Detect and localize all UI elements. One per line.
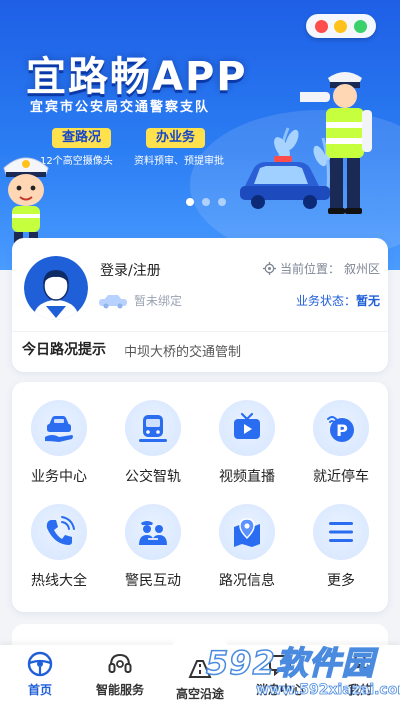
service-nearby-parking[interactable]: P 就近停车: [294, 400, 388, 486]
map-pin-icon: [219, 504, 275, 560]
tab-mine[interactable]: 我的: [320, 645, 400, 711]
business-tag[interactable]: 办业务: [146, 128, 206, 148]
police-mascot-illustration: [3, 157, 49, 244]
service-bus-rail[interactable]: 公交智轨: [106, 400, 200, 486]
phone-icon: [31, 504, 87, 560]
parking-icon: P: [313, 400, 369, 456]
tab-home[interactable]: 首页: [0, 645, 80, 711]
carousel-dot-3[interactable]: [218, 198, 226, 206]
location-value: 叙州区: [343, 262, 380, 276]
business-desc: 资料预审、预提审批: [134, 156, 224, 167]
camera-road-icon: [188, 660, 212, 678]
headset-icon: [108, 653, 132, 673]
service-label: 公交智轨: [125, 469, 181, 485]
service-label: 路况信息: [219, 573, 275, 589]
business-status: 业务状态：暂无: [296, 292, 380, 309]
bottom-tab-bar: 首页 智能服务 高空沿途 消息中心 我的: [0, 631, 400, 711]
carousel-indicator[interactable]: [186, 198, 226, 206]
service-grid: 业务中心 公交智轨 视频直播 P 就近停车 热线大全 警民互动 路况信息 更多: [12, 400, 388, 590]
user-avatar-icon: [24, 256, 88, 320]
hero-banner[interactable]: 宜路畅APP 宜宾市公安局交通警察支队 查路况 办业务 12个高空摄像头 资料预…: [0, 0, 400, 270]
avatar[interactable]: [24, 256, 88, 320]
user-icon: [349, 654, 371, 676]
car-icon: [99, 294, 127, 308]
tab-label: 我的: [347, 683, 372, 697]
message-icon: [269, 655, 291, 677]
service-label: 业务中心: [31, 469, 87, 485]
service-label: 更多: [327, 573, 355, 589]
tab-label: 首页: [27, 683, 52, 697]
tab-label: 智能服务: [95, 683, 144, 697]
road-notice-text[interactable]: 中坝大桥的交通管制: [124, 341, 374, 360]
police-people-icon: [125, 504, 181, 560]
service-more[interactable]: 更多: [294, 504, 388, 590]
car-hand-icon: [31, 400, 87, 456]
app-subtitle: 宜宾市公安局交通警察支队: [30, 100, 211, 115]
service-video-live[interactable]: 视频直播: [200, 400, 294, 486]
bus-icon: [125, 400, 181, 456]
tab-label: 高空沿途: [175, 687, 224, 701]
steering-wheel-icon: [27, 651, 53, 677]
service-police-interaction[interactable]: 警民互动: [106, 504, 200, 590]
road-notice-label: 今日路况提示: [22, 342, 106, 358]
service-label: 视频直播: [219, 469, 275, 485]
menu-icon: [313, 504, 369, 560]
service-business-center[interactable]: 业务中心: [12, 400, 106, 486]
tv-play-icon: [219, 400, 275, 456]
service-hotline[interactable]: 热线大全: [12, 504, 106, 590]
road-condition-tag[interactable]: 查路况: [52, 128, 112, 148]
vehicle-bind-text: 暂未绑定: [134, 294, 183, 308]
tab-aerial-view[interactable]: 高空沿途: [160, 631, 240, 711]
carousel-dot-1[interactable]: [186, 198, 194, 206]
location-label: 当前位置：: [279, 262, 340, 276]
traffic-officer-illustration: [300, 72, 372, 214]
service-grid-card: 业务中心 公交智轨 视频直播 P 就近停车 热线大全 警民互动 路况信息 更多: [12, 382, 388, 612]
notice-fade: [120, 336, 128, 362]
current-location[interactable]: 当前位置： 叙州区: [262, 260, 380, 277]
app-title: 宜路畅APP: [26, 54, 248, 100]
tab-smart-service[interactable]: 智能服务: [80, 645, 160, 711]
vehicle-bind-status[interactable]: 暂未绑定: [98, 292, 182, 309]
business-status-value: 暂无: [355, 294, 380, 308]
service-label: 警民互动: [125, 573, 181, 589]
service-label: 热线大全: [31, 573, 87, 589]
business-status-label: 业务状态：: [295, 294, 356, 308]
service-road-info[interactable]: 路况信息: [200, 504, 294, 590]
location-target-icon: [262, 262, 276, 275]
svg-text:P: P: [336, 421, 348, 440]
service-label: 就近停车: [313, 469, 369, 485]
card-divider: [12, 331, 388, 332]
traffic-light-icon: [306, 14, 376, 38]
tab-label: 消息中心: [255, 683, 304, 697]
carousel-dot-2[interactable]: [202, 198, 210, 206]
login-register-link[interactable]: 登录/注册: [100, 260, 161, 280]
user-card: 登录/注册 暂未绑定 当前位置： 叙州区 业务状态：暂无 今日路况提示 中坝大桥…: [12, 238, 388, 372]
tab-messages[interactable]: 消息中心: [240, 645, 320, 711]
